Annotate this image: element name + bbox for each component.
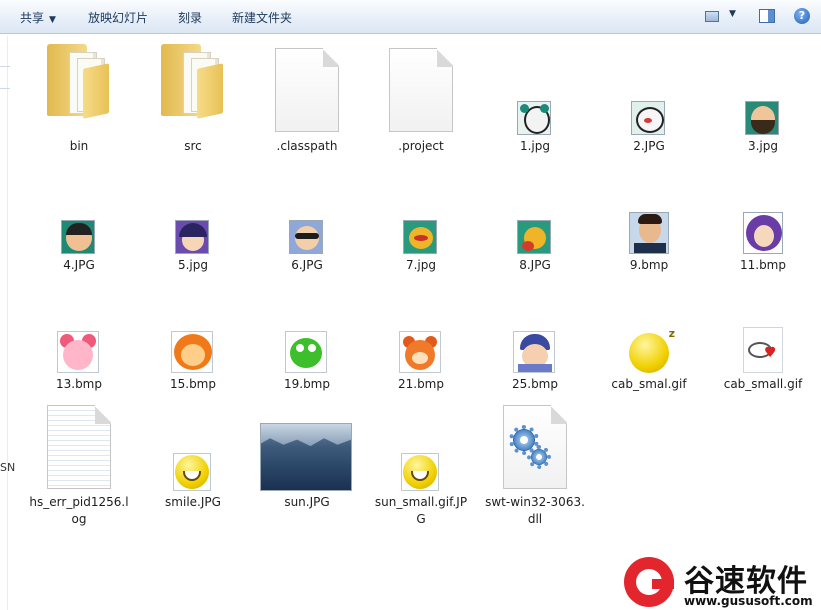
file-label: swt-win32-3063.dll (485, 495, 585, 526)
image-thumbnail-icon (285, 331, 327, 373)
navigation-divider (0, 66, 10, 67)
image-thumbnail-icon (401, 453, 439, 491)
file-label: 2.JPG (633, 139, 665, 153)
change-view-icon[interactable] (705, 11, 719, 22)
file-label: 3.jpg (747, 139, 779, 153)
watermark-url: www.gususoft.com (684, 594, 813, 608)
file-label: cab_small.gif (723, 377, 803, 391)
file-label: 15.bmp (169, 377, 216, 391)
command-bar: 共享 ▼ 放映幻灯片 刻录 新建文件夹 ▼ ? (0, 0, 821, 34)
chevron-down-icon[interactable]: ▼ (729, 9, 736, 29)
navigation-pane-text: SN (0, 461, 16, 474)
chevron-down-icon: ▼ (49, 15, 56, 25)
navigation-divider (0, 88, 10, 89)
image-thumbnail-icon (289, 220, 323, 254)
image-thumbnail-icon (629, 212, 669, 254)
navigation-pane-edge (0, 36, 8, 610)
file-label: 19.bmp (283, 377, 330, 391)
help-icon[interactable]: ? (794, 8, 810, 24)
image-thumbnail-icon (171, 331, 213, 373)
photo-thumbnail (260, 423, 352, 491)
image-thumbnail-icon (399, 331, 441, 373)
image-thumbnail-icon (513, 331, 555, 373)
image-thumbnail-icon (175, 220, 209, 254)
image-thumbnail-icon (517, 101, 551, 135)
folder-icon (47, 44, 109, 119)
file-label: .project (398, 139, 444, 153)
smiley-icon (175, 455, 209, 489)
file-label: 1.jpg (519, 139, 551, 153)
slideshow-button[interactable]: 放映幻灯片 (88, 9, 148, 26)
folder-icon (161, 44, 223, 119)
file-label: 4.JPG (63, 258, 95, 272)
heart-icon: ♥ (764, 345, 777, 361)
image-thumbnail-icon (173, 453, 211, 491)
file-label: 9.bmp (629, 258, 669, 272)
file-label: sun_small.gif.JPG (374, 495, 468, 526)
smiley-icon (403, 455, 437, 489)
watermark-logo-icon (624, 557, 674, 607)
image-thumbnail-icon (631, 101, 665, 135)
file-label: bin (69, 139, 89, 153)
share-button[interactable]: 共享 ▼ (20, 9, 56, 26)
file-label: sun.JPG (284, 495, 330, 509)
sleepy-face-icon (629, 327, 675, 373)
document-fold (551, 405, 567, 424)
file-label: hs_err_pid1256.log (29, 495, 129, 526)
gear-icon (527, 445, 551, 469)
file-label: 8.JPG (519, 258, 551, 272)
image-thumbnail-icon (57, 331, 99, 373)
file-label: 11.bmp (739, 258, 786, 272)
image-thumbnail-icon (743, 212, 783, 254)
file-label: 21.bmp (397, 377, 444, 391)
share-label: 共享 (20, 11, 45, 25)
image-thumbnail-icon (61, 220, 95, 254)
new-folder-button[interactable]: 新建文件夹 (232, 9, 292, 26)
file-label: 5.jpg (177, 258, 209, 272)
file-label: 25.bmp (511, 377, 558, 391)
file-label: .classpath (276, 139, 338, 153)
file-label: smile.JPG (165, 495, 221, 509)
image-thumbnail-icon (517, 220, 551, 254)
file-label: 13.bmp (55, 377, 102, 391)
image-thumbnail-icon (745, 101, 779, 135)
file-label: 6.JPG (291, 258, 323, 272)
file-label: 7.jpg (405, 258, 437, 272)
image-thumbnail-icon (403, 220, 437, 254)
document-fold (437, 48, 453, 67)
file-label: cab_smal.gif (611, 377, 687, 391)
burn-button[interactable]: 刻录 (178, 9, 202, 26)
preview-pane-icon[interactable] (759, 9, 775, 23)
document-fold (323, 48, 339, 67)
site-watermark: 谷速软件 www.gususoft.com (622, 555, 821, 610)
document-fold (95, 405, 111, 424)
file-label: src (184, 139, 202, 153)
image-thumbnail-icon: ♥ (743, 327, 783, 373)
